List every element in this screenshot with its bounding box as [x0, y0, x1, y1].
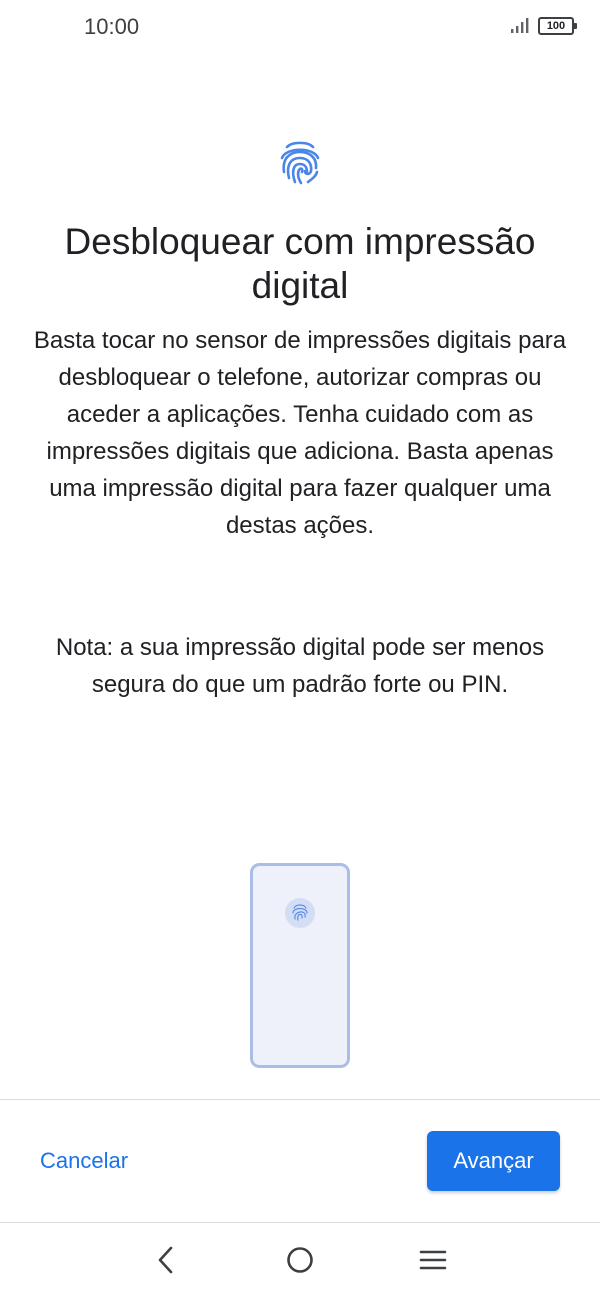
battery-icon: 100 — [538, 17, 577, 35]
menu-button[interactable] — [413, 1240, 453, 1280]
menu-icon — [419, 1250, 447, 1270]
status-bar: 10:00 100 — [0, 0, 600, 56]
description-text: Basta tocar no sensor de impressões digi… — [33, 327, 567, 539]
note-text: Nota: a sua impressão digital pode ser m… — [55, 634, 545, 698]
signal-icon — [511, 18, 529, 33]
action-bar: Cancelar Avançar — [0, 1099, 600, 1223]
cancel-button[interactable]: Cancelar — [40, 1148, 128, 1174]
status-icons: 100 — [510, 17, 577, 35]
next-button[interactable]: Avançar — [427, 1131, 560, 1191]
home-button[interactable] — [280, 1240, 320, 1280]
navigation-bar — [0, 1222, 600, 1300]
phone-fingerprint-sensor-illustration — [250, 863, 350, 1068]
fingerprint-icon — [280, 141, 320, 185]
page-title: Desbloquear com impressão digital — [64, 221, 536, 306]
status-time: 10:00 — [84, 14, 140, 39]
back-icon — [158, 1246, 173, 1274]
battery-level: 100 — [546, 20, 566, 32]
home-icon — [287, 1247, 313, 1273]
back-button[interactable] — [146, 1240, 186, 1280]
